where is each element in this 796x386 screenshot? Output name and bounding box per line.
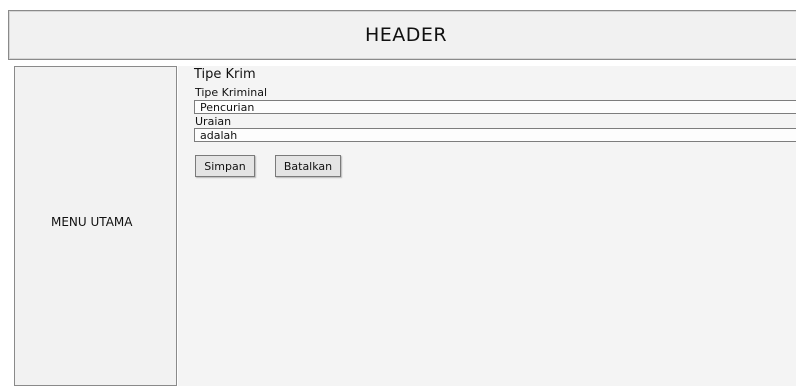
content-panel: Tipe Krim Tipe Kriminal Uraian Simpan Ba…	[178, 66, 796, 386]
header-bar: HEADER	[8, 10, 796, 60]
description-label: Uraian	[195, 115, 232, 128]
header-title: HEADER	[365, 24, 448, 46]
main-menu-panel[interactable]: MENU UTAMA	[14, 66, 177, 386]
page-title: Tipe Krim	[194, 67, 256, 82]
save-button[interactable]: Simpan	[195, 155, 255, 177]
cancel-button[interactable]: Batalkan	[275, 155, 341, 177]
crime-type-input[interactable]	[194, 100, 796, 114]
crime-type-label: Tipe Kriminal	[195, 86, 268, 99]
main-menu-label: MENU UTAMA	[51, 215, 133, 229]
description-input[interactable]	[194, 128, 796, 142]
